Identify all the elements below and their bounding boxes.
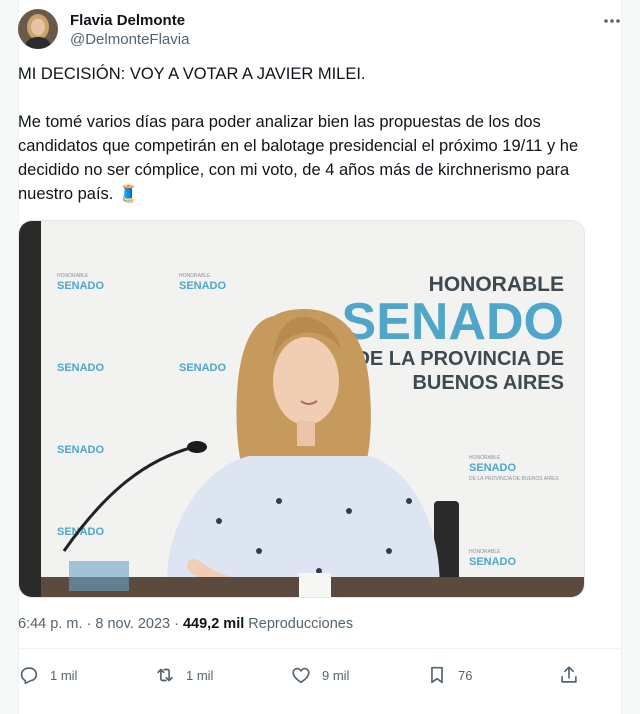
post-headline: MI DECISIÓN: VOY A VOTAR A JAVIER MILEI. bbox=[18, 65, 366, 83]
logo-small: SENADO bbox=[469, 556, 517, 568]
reply-button[interactable]: 1 mil bbox=[18, 660, 77, 690]
avatar-image bbox=[18, 9, 58, 49]
post-body: Me tomé varios días para poder analizar … bbox=[18, 113, 583, 203]
views-label: Reproducciones bbox=[248, 616, 354, 632]
like-button[interactable]: 9 mil bbox=[290, 660, 349, 690]
avatar[interactable] bbox=[18, 9, 58, 49]
reply-count: 1 mil bbox=[50, 667, 78, 683]
logo-small-top: HONORABLE bbox=[57, 273, 89, 279]
logo-small-top: HONORABLE bbox=[469, 549, 501, 555]
logo-small-top: HONORABLE bbox=[469, 455, 501, 461]
banner-buenos-aires: BUENOS AIRES bbox=[412, 372, 564, 394]
like-count: 9 mil bbox=[322, 667, 350, 683]
share-icon bbox=[561, 666, 577, 683]
post-image[interactable]: SENADO SENADO SENADO SENADO SENADO SENAD… bbox=[18, 220, 585, 598]
post-text: MI DECISIÓN: VOY A VOTAR A JAVIER MILEI.… bbox=[18, 62, 583, 206]
logo-small: SENADO bbox=[57, 362, 105, 374]
meta-separator: · bbox=[82, 616, 96, 632]
bookmark-button[interactable]: 76 bbox=[426, 660, 472, 690]
author-name[interactable]: Flavia Delmonte bbox=[70, 12, 185, 29]
logo-small: SENADO bbox=[179, 280, 227, 292]
senado-photo: SENADO SENADO SENADO SENADO SENADO SENAD… bbox=[19, 221, 584, 597]
post-time[interactable]: 6:44 p. m. bbox=[18, 616, 82, 632]
more-options-icon[interactable] bbox=[602, 11, 622, 31]
logo-small: SENADO bbox=[179, 362, 227, 374]
reply-icon bbox=[20, 667, 38, 685]
logo-small: SENADO bbox=[57, 280, 105, 292]
repost-count: 1 mil bbox=[186, 667, 214, 683]
meta-separator: · bbox=[170, 616, 183, 632]
views-count: 449,2 mil bbox=[182, 616, 245, 632]
heart-icon bbox=[292, 667, 310, 684]
post-header: Flavia Delmonte @DelmonteFlavia bbox=[18, 9, 640, 51]
bookmark-icon bbox=[431, 666, 443, 684]
share-button[interactable] bbox=[558, 660, 580, 690]
logo-small: SENADO bbox=[469, 462, 517, 474]
action-bar: 1 mil 1 mil 9 mil 76 bbox=[18, 660, 622, 690]
post-meta: 6:44 p. m. · 8 nov. 2023 · 449,2 mil Rep… bbox=[18, 616, 353, 632]
banner-senado: SENADO bbox=[342, 293, 564, 351]
logo-small: SENADO bbox=[57, 444, 105, 456]
repost-button[interactable]: 1 mil bbox=[154, 660, 213, 690]
banner-provincia: DE LA PROVINCIA DE bbox=[355, 348, 564, 370]
post-date[interactable]: 8 nov. 2023 bbox=[95, 616, 170, 632]
author-handle[interactable]: @DelmonteFlavia bbox=[70, 31, 189, 48]
divider bbox=[18, 648, 622, 649]
logo-small-top: HONORABLE bbox=[179, 273, 211, 279]
repost-icon bbox=[157, 668, 173, 682]
bookmark-count: 76 bbox=[458, 667, 473, 683]
logo-small-bottom: DE LA PROVINCIA DE BUENOS AIRES bbox=[469, 476, 559, 482]
